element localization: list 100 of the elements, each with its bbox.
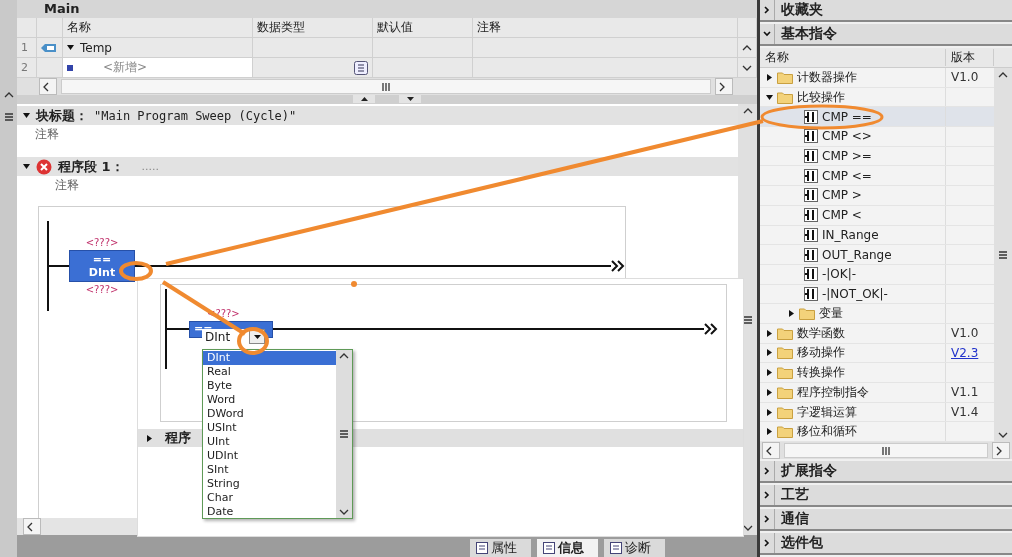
tree-row[interactable]: 移动操作 V2.3 xyxy=(760,343,994,364)
list-option[interactable]: SInt xyxy=(203,463,336,477)
caret-down-icon[interactable] xyxy=(766,93,773,101)
scroll-down-icon[interactable] xyxy=(998,432,1008,438)
caret-right-icon[interactable] xyxy=(766,369,773,377)
list-icon[interactable] xyxy=(354,60,368,75)
palette-header[interactable]: 扩展指令 xyxy=(760,461,1012,483)
palette-header[interactable]: 工艺 xyxy=(760,485,1012,507)
menu-icon[interactable] xyxy=(3,112,14,122)
instruction-label: CMP == xyxy=(822,109,872,124)
scroll-up-icon[interactable] xyxy=(998,72,1008,78)
list-option[interactable]: Char xyxy=(203,491,336,505)
tree-row[interactable]: -|NOT_OK|- xyxy=(760,284,994,305)
comment-text[interactable]: 注释 xyxy=(17,125,738,143)
list-option[interactable]: UDInt xyxy=(203,449,336,463)
caret-right-icon[interactable] xyxy=(146,434,153,442)
list-option[interactable]: DWord xyxy=(203,407,336,421)
contact-icon xyxy=(804,188,818,203)
column-header[interactable]: 默认值 xyxy=(373,18,473,37)
version-link[interactable]: V2.3 xyxy=(946,345,994,360)
caret-right-icon[interactable] xyxy=(766,388,773,396)
tree-row[interactable]: CMP >= xyxy=(760,146,994,167)
caret-right-icon[interactable] xyxy=(766,349,773,357)
caret-down-icon[interactable] xyxy=(23,112,30,119)
list-option[interactable]: DInt xyxy=(203,351,336,365)
scroll-left-button[interactable] xyxy=(23,518,41,535)
tree-row[interactable]: OUT_Range xyxy=(760,245,994,265)
grip-icon[interactable] xyxy=(381,81,391,92)
column-header[interactable]: 数据类型 xyxy=(253,18,373,37)
caret-down-icon[interactable] xyxy=(23,163,30,170)
status-tab[interactable]: 信息 xyxy=(537,539,598,557)
tree-row[interactable]: CMP < xyxy=(760,205,994,226)
splitter-up-icon[interactable] xyxy=(353,95,375,103)
scrollbar-thumb[interactable] xyxy=(784,443,988,458)
contact-icon xyxy=(804,149,818,164)
caret-right-icon[interactable] xyxy=(766,428,773,436)
status-tab[interactable]: 属性 xyxy=(470,539,531,557)
column-header[interactable]: 名称 xyxy=(760,49,946,66)
tree-row[interactable]: 变量 xyxy=(760,304,994,324)
grip-icon[interactable] xyxy=(881,445,891,456)
comment-text[interactable]: 注释 xyxy=(17,176,738,194)
scroll-left-button[interactable] xyxy=(39,78,57,95)
column-header[interactable]: 名称 xyxy=(63,18,253,37)
scroll-up-icon[interactable] xyxy=(742,108,753,114)
version-label: V1.1 xyxy=(950,385,980,400)
palette-header[interactable]: 选件包 xyxy=(760,533,1012,555)
tree-row[interactable]: 字逻辑运算 V1.4 xyxy=(760,402,994,423)
scroll-right-button[interactable] xyxy=(715,78,733,95)
operator-label: == xyxy=(92,253,112,266)
tree-row[interactable]: 数学函数 V1.0 xyxy=(760,323,994,344)
tree-row[interactable]: CMP > xyxy=(760,186,994,206)
tree-row[interactable]: 计数器操作 V1.0 xyxy=(760,68,994,88)
caret-right-icon[interactable] xyxy=(788,310,795,318)
list-option[interactable]: Real xyxy=(203,365,336,379)
panel-icon xyxy=(543,542,555,554)
square-icon xyxy=(67,64,73,71)
palette-header[interactable]: 通信 xyxy=(760,509,1012,531)
column-header[interactable]: 注释 xyxy=(473,18,738,37)
caret-down-icon[interactable] xyxy=(67,44,74,51)
list-option[interactable]: UInt xyxy=(203,435,336,449)
operand-placeholder[interactable]: <???> xyxy=(85,284,119,295)
tree-row[interactable]: 程序控制指令 V1.1 xyxy=(760,383,994,403)
tree-row[interactable]: CMP <= xyxy=(760,166,994,187)
scroll-left-button[interactable] xyxy=(762,442,780,459)
caret-right-icon[interactable] xyxy=(766,408,773,416)
menu-icon[interactable] xyxy=(998,250,1008,260)
scroll-up-icon[interactable] xyxy=(742,44,752,51)
list-option[interactable]: String xyxy=(203,477,336,491)
status-tab[interactable]: 诊断 xyxy=(604,539,665,557)
splitter-down-icon[interactable] xyxy=(399,95,421,103)
scroll-up-icon[interactable] xyxy=(3,92,14,98)
list-option[interactable]: Byte xyxy=(203,379,336,393)
operand-placeholder[interactable]: <???> xyxy=(85,237,119,248)
block-title-value[interactable]: "Main Program Sweep (Cycle)" xyxy=(94,108,297,123)
folder-icon xyxy=(777,70,793,84)
caret-right-icon[interactable] xyxy=(766,329,773,337)
list-option[interactable]: Word xyxy=(203,393,336,407)
tree-row[interactable]: 转换操作 xyxy=(760,363,994,383)
tree-row[interactable]: -|OK|- xyxy=(760,264,994,285)
list-option[interactable]: USInt xyxy=(203,421,336,435)
scroll-up-icon[interactable] xyxy=(339,353,349,359)
column-header[interactable]: 版本 xyxy=(946,49,994,66)
palette-header[interactable]: 基本指令 xyxy=(760,24,1012,46)
contact-icon xyxy=(804,129,818,144)
scroll-down-icon[interactable] xyxy=(742,64,752,71)
scroll-down-icon[interactable] xyxy=(339,509,349,515)
caret-right-icon[interactable] xyxy=(766,73,773,81)
scrollbar-thumb[interactable] xyxy=(61,79,711,94)
list-option[interactable]: Date xyxy=(203,505,336,519)
palette-header[interactable]: 收藏夹 xyxy=(760,0,1012,22)
scroll-right-button[interactable] xyxy=(992,442,1010,459)
menu-icon[interactable] xyxy=(742,314,753,325)
compare-block[interactable]: == DInt xyxy=(69,250,135,282)
row-number: 1 xyxy=(21,41,28,54)
instruction-label: CMP >= xyxy=(822,149,872,164)
menu-icon[interactable] xyxy=(339,429,349,439)
tag-icon xyxy=(41,42,57,53)
contact-icon xyxy=(804,286,818,301)
tree-row[interactable]: IN_Range xyxy=(760,225,994,246)
tree-row[interactable]: CMP <> xyxy=(760,127,994,147)
